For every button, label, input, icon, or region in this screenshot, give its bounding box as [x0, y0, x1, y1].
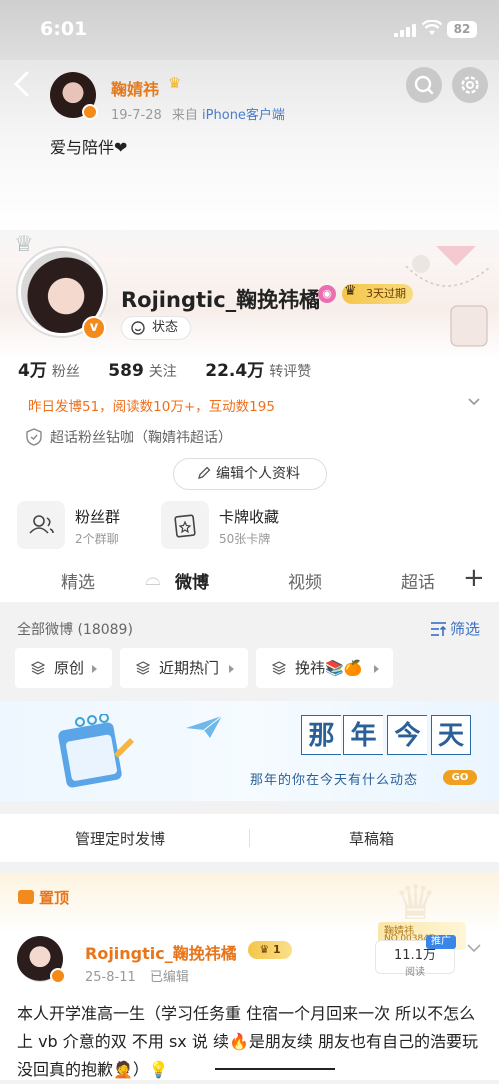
- chip-arrow-icon: [374, 665, 379, 673]
- fan-title[interactable]: 超话粉丝钻咖（鞠婧祎超话）: [26, 427, 232, 447]
- post-meta: 25-8-11 已编辑: [85, 966, 189, 985]
- tab-picks[interactable]: 精选: [61, 568, 95, 593]
- chip-original[interactable]: 原创: [15, 648, 112, 688]
- card-collection-sub: 50张卡牌: [219, 532, 271, 546]
- daily-summary[interactable]: 昨日发博51，阅读数10万+，互动数195: [28, 395, 275, 415]
- header-date: 19-7-28: [111, 108, 162, 123]
- battery-indicator: 82: [447, 21, 477, 38]
- settings-button[interactable]: [452, 67, 488, 103]
- fans-group-title[interactable]: 粉丝群: [75, 506, 120, 527]
- card-collection-title[interactable]: 卡牌收藏: [219, 506, 279, 527]
- crown-icon: ♛: [168, 74, 182, 92]
- add-tab-icon[interactable]: +: [463, 563, 485, 593]
- header-post-text: 爱与陪伴❤: [50, 138, 128, 157]
- fans-stat[interactable]: 4万 粉丝: [18, 361, 80, 381]
- post-username[interactable]: Rojingtic_鞠挽祎橘: [85, 940, 237, 964]
- verified-badge-icon: v: [82, 316, 106, 340]
- banner-char: 那: [301, 715, 341, 755]
- banner-char: 年: [343, 715, 383, 755]
- post-date: 25-8-11: [85, 970, 136, 985]
- chip-arrow-icon: [92, 665, 97, 673]
- banner-char: 天: [431, 715, 471, 755]
- card-collection-icon[interactable]: [161, 501, 209, 549]
- all-weibo-count: 全部微博 (18089): [17, 622, 133, 638]
- status-time: 6:01: [40, 18, 88, 40]
- back-arrow-icon[interactable]: [10, 70, 34, 98]
- verified-badge-icon: [82, 104, 98, 120]
- filter-button[interactable]: 筛选: [430, 618, 480, 639]
- layers-icon: [136, 661, 150, 675]
- banner-subtitle: 那年的你在今天有什么动态: [250, 773, 419, 788]
- pinned-label: 置顶: [39, 889, 70, 907]
- fans-group-icon[interactable]: [17, 501, 65, 549]
- wifi-icon: [422, 20, 442, 35]
- layers-icon: [31, 661, 45, 675]
- banner-char: 今: [387, 715, 427, 755]
- chip-arrow-icon: [229, 665, 234, 673]
- paper-plane-icon: [186, 715, 223, 738]
- post-body: 本人开学准高一生（学习任务重 住宿一个月回来一次 所以不怎么上 vb 介意的双 …: [17, 1004, 478, 1079]
- post-edited: 已编辑: [149, 970, 189, 985]
- membership-icon[interactable]: ◉: [318, 285, 336, 303]
- header-meta: 19-7-28 来自 iPhone客户端: [111, 104, 285, 123]
- tab-weibo[interactable]: 微博: [175, 568, 209, 593]
- tab-video[interactable]: 视频: [288, 568, 322, 593]
- gear-icon: [461, 76, 479, 94]
- follow-stat[interactable]: 589 关注: [108, 361, 177, 381]
- search-button[interactable]: [406, 67, 442, 103]
- shell-decoration-icon: ⌓: [145, 566, 161, 590]
- search-icon: [414, 75, 434, 95]
- scheduled-posts-button[interactable]: 管理定时发博: [75, 828, 165, 849]
- strike-decoration: [215, 1068, 335, 1070]
- header-source-prefix: 来自: [171, 108, 198, 123]
- banner-go-button[interactable]: GO: [443, 770, 477, 785]
- post-level-badge[interactable]: ♛ 1: [248, 941, 292, 959]
- cellular-signal-icon: [394, 24, 416, 37]
- chevron-down-icon[interactable]: [466, 394, 482, 410]
- tab-super-topic[interactable]: 超话: [401, 568, 435, 593]
- layers-icon: [272, 661, 286, 675]
- verified-badge-icon: [50, 968, 66, 984]
- smile-icon: [131, 321, 145, 335]
- profile-username: Rojingtic_鞠挽祎橘: [121, 288, 321, 312]
- avatar-crown-decoration: ♕: [14, 232, 34, 257]
- fans-group-sub: 2个群聊: [75, 532, 119, 546]
- calendar-illustration-icon: [58, 714, 134, 788]
- profile-stats: 4万 粉丝 589 关注 22.4万 转评赞: [18, 356, 311, 381]
- read-count-label: 阅读: [405, 967, 425, 978]
- header-name[interactable]: 鞠婧祎: [111, 76, 159, 100]
- drafts-button[interactable]: 草稿箱: [349, 828, 394, 849]
- chevron-down-icon[interactable]: [466, 942, 482, 954]
- pencil-icon: [198, 466, 211, 479]
- promote-button[interactable]: 推广: [426, 935, 456, 949]
- divider: [249, 829, 250, 847]
- likes-stat[interactable]: 22.4万 转评赞: [205, 361, 311, 381]
- header-source[interactable]: iPhone客户端: [202, 108, 285, 123]
- vip-crown-icon: ♛: [344, 283, 357, 299]
- pin-icon: [18, 890, 34, 904]
